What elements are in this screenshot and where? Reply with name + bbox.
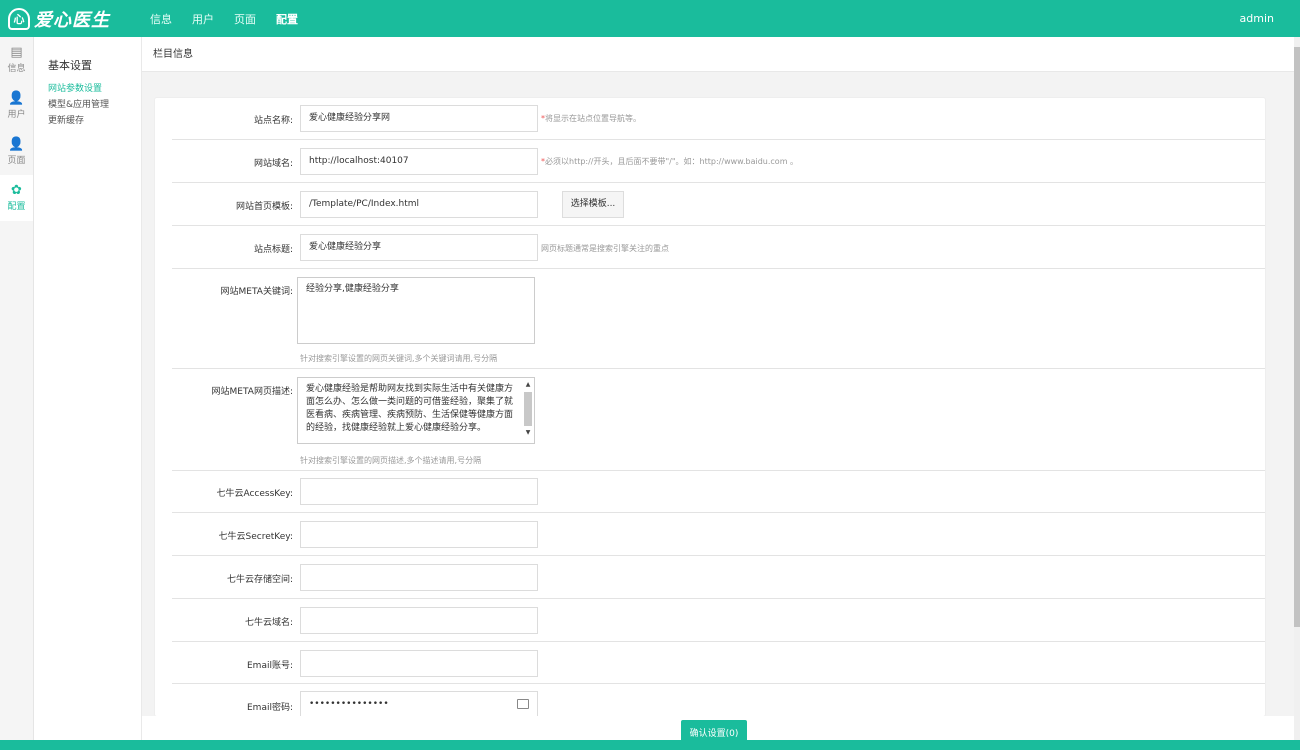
email-password-input[interactable]: ••••••••••••••• bbox=[300, 691, 538, 718]
textarea-scrollbar[interactable]: ▲ ▼ bbox=[524, 380, 532, 442]
breadcrumb: 栏目信息 bbox=[142, 37, 1294, 72]
iconbar-label: 页面 bbox=[7, 156, 26, 166]
iconbar-label: 配置 bbox=[7, 202, 26, 212]
sidebar-item-update-cache[interactable]: 更新缓存 bbox=[48, 113, 141, 129]
gear-icon: ✿ bbox=[11, 183, 22, 198]
page-icon: 👤 bbox=[8, 137, 25, 152]
form-row-qiniu-bucket: 七牛云存储空间: bbox=[172, 556, 1265, 599]
page-scroll-thumb[interactable] bbox=[1294, 47, 1300, 627]
meta-description-textarea[interactable]: 爱心健康经验是帮助网友找到实际生活中有关健康方面怎么办、怎么做一类问题的可借鉴经… bbox=[297, 377, 535, 444]
meta-keywords-label: 网站META关键词: bbox=[220, 287, 293, 297]
form-row-qiniu-secret: 七牛云SecretKey: bbox=[172, 513, 1265, 556]
meta-keywords-tip: 针对搜索引擎设置的网页关键词,多个关键词请用,号分隔 bbox=[300, 354, 498, 363]
qiniu-secret-input[interactable] bbox=[300, 521, 538, 548]
qiniu-access-input[interactable] bbox=[300, 478, 538, 505]
form-row-qiniu-domain: 七牛云域名: bbox=[172, 599, 1265, 642]
iconbar-label: 信息 bbox=[7, 64, 26, 74]
top-nav: 信息 用户 页面 配置 bbox=[140, 11, 308, 27]
site-title-input[interactable]: 爱心健康经验分享 bbox=[300, 234, 538, 261]
iconbar-item-config[interactable]: ✿ 配置 bbox=[0, 175, 33, 221]
email-password-label: Email密码: bbox=[246, 703, 293, 713]
form-row-site-name: 站点名称: 爱心健康经验分享网 *将显示在站点位置导航等。 bbox=[172, 98, 1265, 140]
site-name-label: 站点名称: bbox=[253, 116, 293, 126]
choose-template-button[interactable]: 选择模板... bbox=[562, 191, 624, 218]
home-template-input[interactable]: /Template/PC/Index.html bbox=[300, 191, 538, 218]
form-row-email-account: Email账号: bbox=[172, 642, 1265, 684]
keyboard-icon[interactable] bbox=[517, 699, 529, 709]
user-icon: 👤 bbox=[8, 91, 25, 106]
logo[interactable]: 心 爱心医生 bbox=[0, 6, 140, 32]
site-name-input[interactable]: 爱心健康经验分享网 bbox=[300, 105, 538, 132]
meta-description-tip: 针对搜索引擎设置的网页描述,多个描述请用,号分隔 bbox=[300, 456, 482, 465]
qiniu-bucket-input[interactable] bbox=[300, 564, 538, 591]
meta-keywords-textarea[interactable]: 经验分享,健康经验分享 bbox=[297, 277, 535, 344]
site-domain-tip: *必须以http://开头，且后面不要带"/"。如：http://www.bai… bbox=[541, 157, 799, 166]
logo-icon: 心 bbox=[8, 7, 30, 30]
qiniu-domain-input[interactable] bbox=[300, 607, 538, 634]
main-content: 栏目信息 站点名称: 爱心健康经验分享网 *将显示在站点位置导航等。 网站域名:… bbox=[142, 37, 1294, 740]
form-row-site-title: 站点标题: 爱心健康经验分享 网页标题通常是搜索引擎关注的重点 bbox=[172, 226, 1265, 269]
sidebar-item-site-params[interactable]: 网站参数设置 bbox=[48, 81, 141, 97]
footer-bar bbox=[0, 740, 1300, 750]
scroll-up-icon[interactable]: ▲ bbox=[524, 380, 532, 390]
form-row-home-template: 网站首页模板: /Template/PC/Index.html 选择模板... bbox=[172, 183, 1265, 226]
iconbar-label: 用户 bbox=[7, 110, 26, 120]
icon-sidebar: ▤ 信息 👤 用户 👤 页面 ✿ 配置 bbox=[0, 37, 34, 740]
site-title-tip: 网页标题通常是搜索引擎关注的重点 bbox=[541, 244, 669, 253]
qiniu-domain-label: 七牛云域名: bbox=[244, 618, 293, 628]
sidebar-item-models-apps[interactable]: 模型&应用管理 bbox=[48, 97, 141, 113]
top-bar: 心 爱心医生 信息 用户 页面 配置 admin bbox=[0, 0, 1300, 37]
logo-text: 爱心医生 bbox=[34, 9, 110, 31]
scroll-down-icon[interactable]: ▼ bbox=[524, 428, 532, 438]
nav-info[interactable]: 信息 bbox=[140, 11, 182, 27]
qiniu-bucket-label: 七牛云存储空间: bbox=[226, 575, 293, 585]
iconbar-item-users[interactable]: 👤 用户 bbox=[0, 83, 33, 129]
iconbar-item-info[interactable]: ▤ 信息 bbox=[0, 37, 33, 83]
settings-form: 站点名称: 爱心健康经验分享网 *将显示在站点位置导航等。 网站域名: http… bbox=[154, 97, 1266, 718]
site-title-label: 站点标题: bbox=[253, 245, 293, 255]
page-scrollbar[interactable] bbox=[1294, 37, 1300, 740]
meta-description-label: 网站META网页描述: bbox=[211, 387, 293, 397]
meta-description-text: 爱心健康经验是帮助网友找到实际生活中有关健康方面怎么办、怎么做一类问题的可借鉴经… bbox=[306, 384, 514, 433]
nav-pages[interactable]: 页面 bbox=[224, 11, 266, 27]
document-icon: ▤ bbox=[10, 45, 23, 60]
iconbar-item-pages[interactable]: 👤 页面 bbox=[0, 129, 33, 175]
qiniu-access-label: 七牛云AccessKey: bbox=[216, 489, 293, 499]
email-account-label: Email账号: bbox=[246, 661, 293, 671]
user-menu[interactable]: admin bbox=[1240, 12, 1274, 25]
email-account-input[interactable] bbox=[300, 650, 538, 677]
home-template-label: 网站首页模板: bbox=[235, 202, 293, 212]
form-row-qiniu-access: 七牛云AccessKey: bbox=[172, 471, 1265, 513]
sidebar-group-title: 基本设置 bbox=[48, 59, 92, 72]
settings-sidebar: 基本设置 网站参数设置 模型&应用管理 更新缓存 bbox=[34, 37, 142, 740]
scroll-thumb[interactable] bbox=[524, 392, 532, 426]
form-row-meta-description: 网站META网页描述: 爱心健康经验是帮助网友找到实际生活中有关健康方面怎么办、… bbox=[172, 369, 1265, 471]
site-name-tip: *将显示在站点位置导航等。 bbox=[541, 114, 641, 123]
nav-users[interactable]: 用户 bbox=[182, 11, 224, 27]
qiniu-secret-label: 七牛云SecretKey: bbox=[218, 532, 293, 542]
site-domain-label: 网站域名: bbox=[253, 159, 293, 169]
form-row-meta-keywords: 网站META关键词: 经验分享,健康经验分享 针对搜索引擎设置的网页关键词,多个… bbox=[172, 269, 1265, 369]
site-domain-input[interactable]: http://localhost:40107 bbox=[300, 148, 538, 175]
nav-config[interactable]: 配置 bbox=[266, 11, 308, 27]
form-row-site-domain: 网站域名: http://localhost:40107 *必须以http://… bbox=[172, 140, 1265, 183]
email-password-value: ••••••••••••••• bbox=[309, 699, 389, 709]
confirm-settings-button[interactable]: 确认设置(0) bbox=[681, 720, 747, 748]
form-row-email-password: Email密码: ••••••••••••••• bbox=[172, 684, 1265, 718]
